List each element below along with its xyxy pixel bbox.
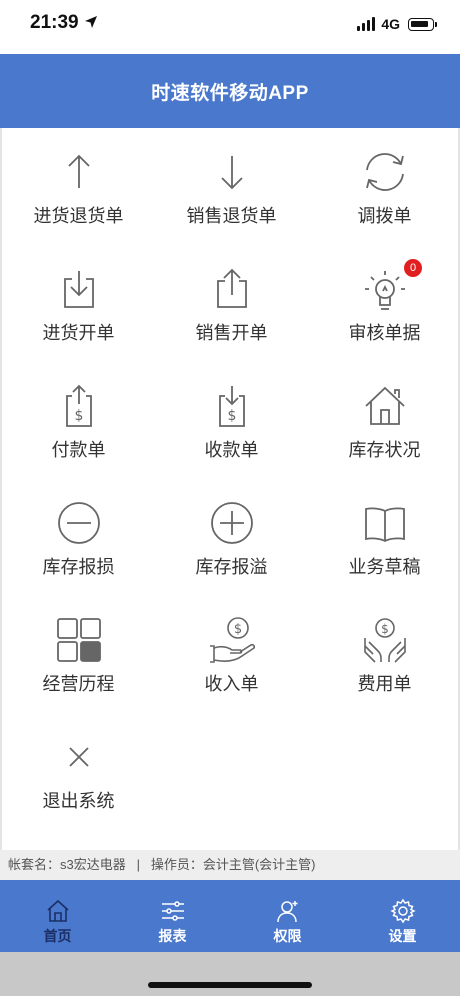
- menu-item-payment[interactable]: $ 付款单: [2, 362, 155, 479]
- download-box-icon: [55, 265, 103, 313]
- menu-item-label: 费用单: [357, 674, 412, 694]
- user-add-icon: [275, 898, 301, 924]
- menu-item-logout[interactable]: 退出系统: [2, 713, 155, 830]
- menu-item-history[interactable]: 经营历程: [2, 596, 155, 713]
- menu-item-transfer[interactable]: 调拨单: [308, 128, 460, 245]
- menu-item-label: 销售开单: [195, 323, 268, 343]
- account-value: s3宏达电器: [60, 857, 126, 872]
- status-bar: 21:39 4G: [0, 0, 460, 54]
- pay-in-icon: $: [208, 382, 256, 430]
- menu-item-sales-return[interactable]: 销售退货单: [155, 128, 308, 245]
- app-header: 时速软件移动APP: [0, 54, 460, 128]
- menu-item-overflow[interactable]: 库存报溢: [155, 479, 308, 596]
- svg-text:$: $: [227, 408, 236, 424]
- menu-item-label: 退出系统: [42, 791, 115, 811]
- menu-item-label: 进货退货单: [33, 206, 124, 226]
- pay-out-icon: $: [55, 382, 103, 430]
- account-label: 帐套名：: [8, 857, 61, 872]
- tab-home[interactable]: 首页: [0, 880, 115, 952]
- battery-icon: [408, 17, 437, 31]
- tab-permissions[interactable]: 权限: [230, 880, 345, 952]
- account-info-bar: 帐套名：s3宏达电器 | 操作员：会计主管(会计主管): [0, 850, 460, 880]
- lightbulb-icon: [361, 265, 409, 313]
- gear-icon: [389, 898, 416, 924]
- menu-item-label: 收入单: [204, 674, 259, 694]
- network-type: 4G: [381, 16, 400, 32]
- menu-item-review[interactable]: 0 审核单据: [308, 245, 460, 362]
- tab-label: 报表: [158, 928, 187, 944]
- open-book-icon: [361, 499, 409, 547]
- arrow-up-icon: [55, 148, 103, 196]
- menu-item-label: 进货开单: [42, 323, 115, 343]
- menu-item-label: 收款单: [204, 440, 259, 460]
- tab-label: 设置: [388, 928, 417, 944]
- menu-item-loss[interactable]: 库存报损: [2, 479, 155, 596]
- home-icon: [45, 898, 71, 924]
- tab-settings[interactable]: 设置: [345, 880, 460, 952]
- bottom-tab-bar: 首页 报表 权限 设置: [0, 880, 460, 952]
- menu-item-label: 库存报损: [42, 557, 115, 577]
- hands-coin-icon: $: [361, 616, 409, 664]
- menu-item-label: 销售退货单: [186, 206, 277, 226]
- menu-grid: 进货退货单 销售退货单 调拨单 进货开单 销售开单 0 审核单据 $ 付款单 $…: [0, 128, 460, 850]
- svg-text:$: $: [233, 622, 241, 637]
- signal-icon: [357, 17, 376, 31]
- menu-item-label: 付款单: [51, 440, 106, 460]
- plus-circle-icon: [208, 499, 256, 547]
- home-indicator-area: [0, 952, 460, 996]
- status-indicators: 4G: [357, 14, 437, 34]
- menu-item-income[interactable]: $ 收入单: [155, 596, 308, 713]
- arrow-down-icon: [208, 148, 256, 196]
- menu-item-label: 调拨单: [357, 206, 412, 226]
- operator-label: 操作员：: [150, 857, 203, 872]
- share-box-icon: [208, 265, 256, 313]
- menu-item-expense[interactable]: $ 费用单: [308, 596, 460, 713]
- minus-circle-icon: [55, 499, 103, 547]
- menu-item-purchase-return[interactable]: 进货退货单: [2, 128, 155, 245]
- menu-item-label: 业务草稿: [348, 557, 421, 577]
- svg-text:$: $: [381, 622, 389, 636]
- sliders-icon: [160, 898, 186, 924]
- location-arrow-icon: [85, 16, 97, 28]
- status-time: 21:39: [30, 12, 79, 33]
- notification-badge: 0: [404, 259, 422, 277]
- house-icon: [361, 382, 409, 430]
- tab-label: 首页: [43, 928, 72, 944]
- hand-coin-icon: $: [208, 616, 256, 664]
- menu-item-sales-order[interactable]: 销售开单: [155, 245, 308, 362]
- page-title: 时速软件移动APP: [151, 82, 309, 104]
- menu-item-drafts[interactable]: 业务草稿: [308, 479, 460, 596]
- menu-item-inventory[interactable]: 库存状况: [308, 362, 460, 479]
- menu-item-purchase-order[interactable]: 进货开单: [2, 245, 155, 362]
- menu-item-label: 库存状况: [348, 440, 421, 460]
- menu-item-label: 审核单据: [348, 323, 421, 343]
- menu-item-receipt[interactable]: $ 收款单: [155, 362, 308, 479]
- refresh-icon: [361, 148, 409, 196]
- tab-label: 权限: [273, 928, 302, 944]
- menu-item-label: 库存报溢: [195, 557, 268, 577]
- close-icon: [55, 733, 103, 781]
- grid-icon: [55, 616, 103, 664]
- menu-item-label: 经营历程: [42, 674, 115, 694]
- home-indicator[interactable]: [148, 982, 312, 988]
- operator-value: 会计主管(会计主管): [202, 857, 316, 872]
- tab-reports[interactable]: 报表: [115, 880, 230, 952]
- svg-text:$: $: [74, 408, 83, 424]
